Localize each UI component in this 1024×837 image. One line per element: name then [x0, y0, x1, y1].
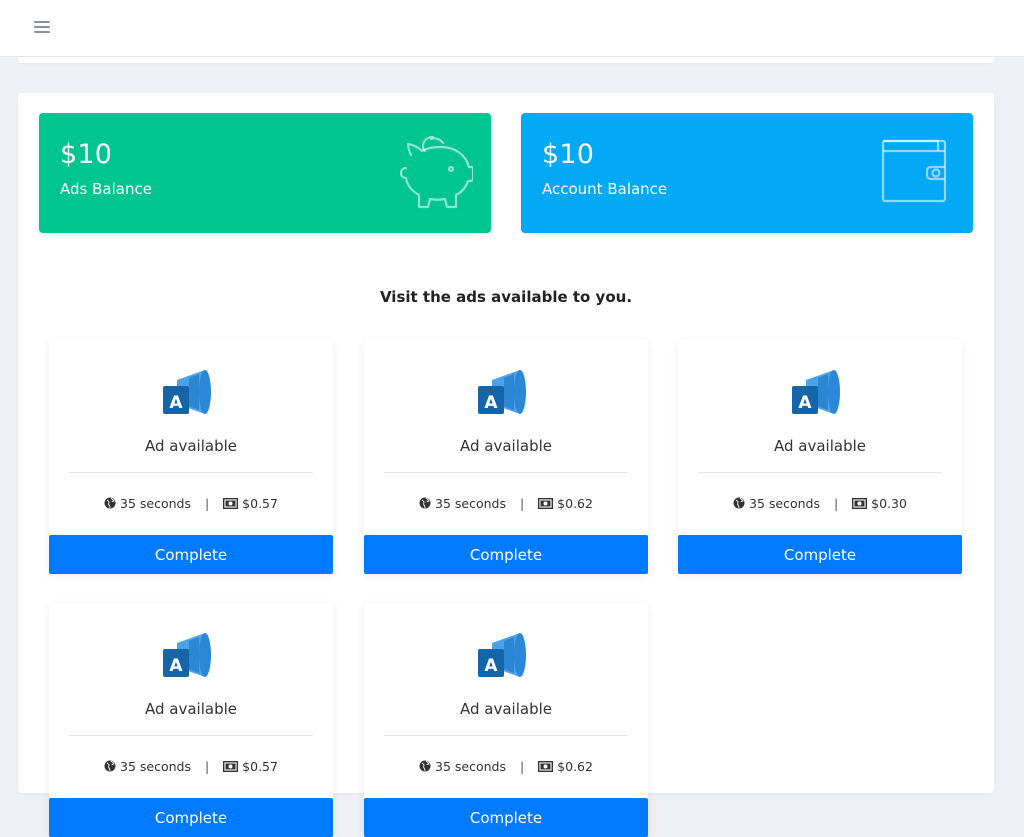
- svg-text:A: A: [169, 656, 183, 676]
- ad-card: A Ad available 35 seconds | $0.62 Comple…: [364, 340, 648, 574]
- ads-heading: Visit the ads available to you.: [379, 288, 633, 306]
- wallet-icon: [881, 139, 947, 203]
- money-bill-icon: [538, 760, 554, 773]
- ad-duration: 35 seconds: [120, 496, 191, 511]
- ad-title: Ad available: [145, 700, 237, 718]
- svg-text:A: A: [484, 656, 498, 676]
- ad-card: A Ad available 35 seconds | $0.57 Comple…: [49, 603, 333, 837]
- complete-button[interactable]: Complete: [678, 535, 962, 574]
- svg-text:A: A: [169, 393, 183, 413]
- megaphone-icon: A: [792, 370, 840, 414]
- ad-duration: 35 seconds: [120, 759, 191, 774]
- ads-balance-label: Ads Balance: [60, 180, 152, 198]
- globe-icon: [104, 760, 116, 772]
- ad-meta: 35 seconds | $0.57: [49, 759, 333, 774]
- megaphone-icon: A: [478, 633, 526, 677]
- divider: [698, 472, 942, 473]
- meta-separator: |: [519, 496, 525, 511]
- complete-button[interactable]: Complete: [49, 798, 333, 837]
- ad-meta: 35 seconds | $0.30: [678, 496, 962, 511]
- ad-duration: 35 seconds: [749, 496, 820, 511]
- megaphone-icon: A: [163, 633, 211, 677]
- globe-icon: [733, 497, 745, 509]
- divider: [384, 472, 628, 473]
- breadcrumb-strip: [18, 57, 994, 63]
- meta-separator: |: [833, 496, 839, 511]
- ads-balance-amount: $10: [60, 139, 113, 170]
- meta-separator: |: [204, 759, 210, 774]
- ad-meta: 35 seconds | $0.57: [49, 496, 333, 511]
- globe-icon: [104, 497, 116, 509]
- ad-duration: 35 seconds: [435, 496, 506, 511]
- ad-title: Ad available: [774, 437, 866, 455]
- complete-button[interactable]: Complete: [364, 535, 648, 574]
- ad-title: Ad available: [460, 700, 552, 718]
- ad-reward: $0.57: [242, 759, 278, 774]
- ad-reward: $0.62: [557, 496, 593, 511]
- complete-button[interactable]: Complete: [49, 535, 333, 574]
- ad-card: A Ad available 35 seconds | $0.62 Comple…: [364, 603, 648, 837]
- ad-meta: 35 seconds | $0.62: [364, 496, 648, 511]
- ad-card: A Ad available 35 seconds | $0.30 Comple…: [678, 340, 962, 574]
- globe-icon: [419, 497, 431, 509]
- globe-icon: [419, 760, 431, 772]
- hamburger-icon[interactable]: [34, 21, 50, 35]
- megaphone-icon: A: [478, 370, 526, 414]
- meta-separator: |: [204, 496, 210, 511]
- ad-title: Ad available: [145, 437, 237, 455]
- piggy-bank-icon: [399, 135, 473, 209]
- ad-duration: 35 seconds: [435, 759, 506, 774]
- money-bill-icon: [223, 497, 239, 510]
- megaphone-icon: A: [163, 370, 211, 414]
- main-panel: $10 Ads Balance $10 Account Balance Visi…: [18, 93, 994, 837]
- ad-reward: $0.57: [242, 496, 278, 511]
- account-balance-amount: $10: [542, 139, 595, 170]
- money-bill-icon: [852, 497, 868, 510]
- money-bill-icon: [538, 497, 554, 510]
- ads-balance-card: $10 Ads Balance: [39, 113, 491, 233]
- ad-reward: $0.62: [557, 759, 593, 774]
- account-balance-card: $10 Account Balance: [521, 113, 973, 233]
- ad-meta: 35 seconds | $0.62: [364, 759, 648, 774]
- complete-button[interactable]: Complete: [364, 798, 648, 837]
- ad-title: Ad available: [460, 437, 552, 455]
- svg-text:A: A: [798, 393, 812, 413]
- divider: [384, 735, 628, 736]
- divider: [69, 472, 313, 473]
- svg-text:A: A: [484, 393, 498, 413]
- money-bill-icon: [223, 760, 239, 773]
- ad-reward: $0.30: [871, 496, 907, 511]
- divider: [69, 735, 313, 736]
- ad-card: A Ad available 35 seconds | $0.57 Comple…: [49, 340, 333, 574]
- top-navbar: [0, 0, 1024, 57]
- meta-separator: |: [519, 759, 525, 774]
- account-balance-label: Account Balance: [542, 180, 668, 198]
